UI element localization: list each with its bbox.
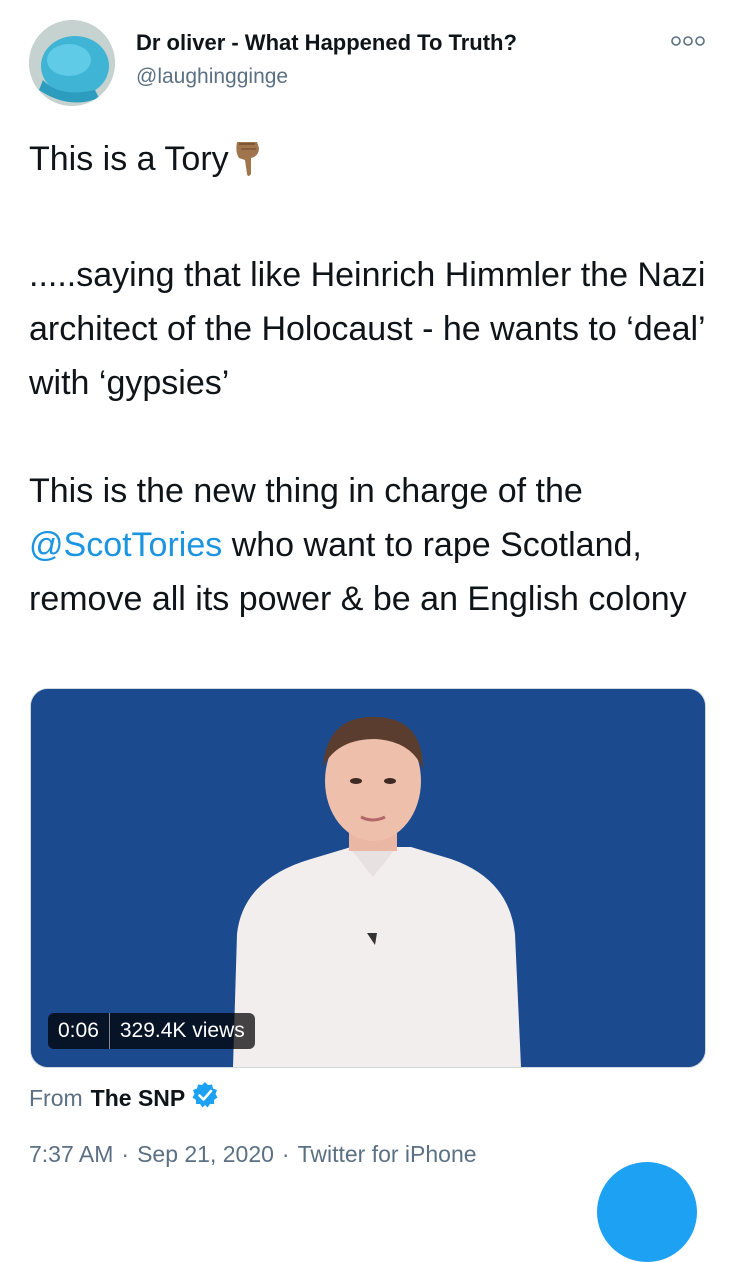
source-account-link[interactable]: The SNP [91, 1085, 186, 1112]
tweet-line-3-pre: This is the new thing in charge of the [29, 472, 583, 510]
verified-badge-icon [191, 1081, 219, 1115]
video-player[interactable] [30, 688, 706, 1068]
meta-separator-2: · [281, 1141, 290, 1167]
tweet-line-1-text: This is a Tory [29, 140, 229, 178]
tweet-metadata: 7:37 AM · Sep 21, 2020 · Twitter for iPhone [29, 1141, 477, 1168]
author-display-name[interactable]: Dr oliver - What Happened To Truth? [136, 30, 517, 56]
meta-separator-1: · [121, 1141, 130, 1167]
avatar[interactable] [29, 20, 115, 106]
source-attribution: From The SNP [29, 1081, 219, 1115]
pointing-down-icon [231, 138, 263, 194]
author-handle[interactable]: @laughingginge [136, 65, 288, 89]
badge-divider [108, 1013, 110, 1049]
tweet-date[interactable]: Sep 21, 2020 [137, 1141, 274, 1167]
tweet-line-3: This is the new thing in charge of the @… [29, 464, 709, 626]
more-options-icon[interactable] [670, 30, 706, 52]
tweet-text: This is a Tory .....saying that like Hei… [29, 132, 709, 626]
tweet-line-1: This is a Tory [29, 132, 709, 194]
video-duration: 0:06 [58, 1019, 99, 1042]
compose-fab[interactable] [597, 1162, 697, 1262]
mention-link[interactable]: @ScotTories [29, 526, 222, 564]
source-prefix: From [29, 1084, 83, 1111]
tweet-client[interactable]: Twitter for iPhone [298, 1141, 477, 1167]
tweet-time[interactable]: 7:37 AM [29, 1141, 113, 1167]
video-views: 329.4K views [119, 1019, 245, 1042]
video-stats-badge: 0:06 329.4K views [48, 1013, 255, 1049]
video-frame [31, 689, 705, 1067]
tweet-line-2: .....saying that like Heinrich Himmler t… [29, 256, 706, 402]
